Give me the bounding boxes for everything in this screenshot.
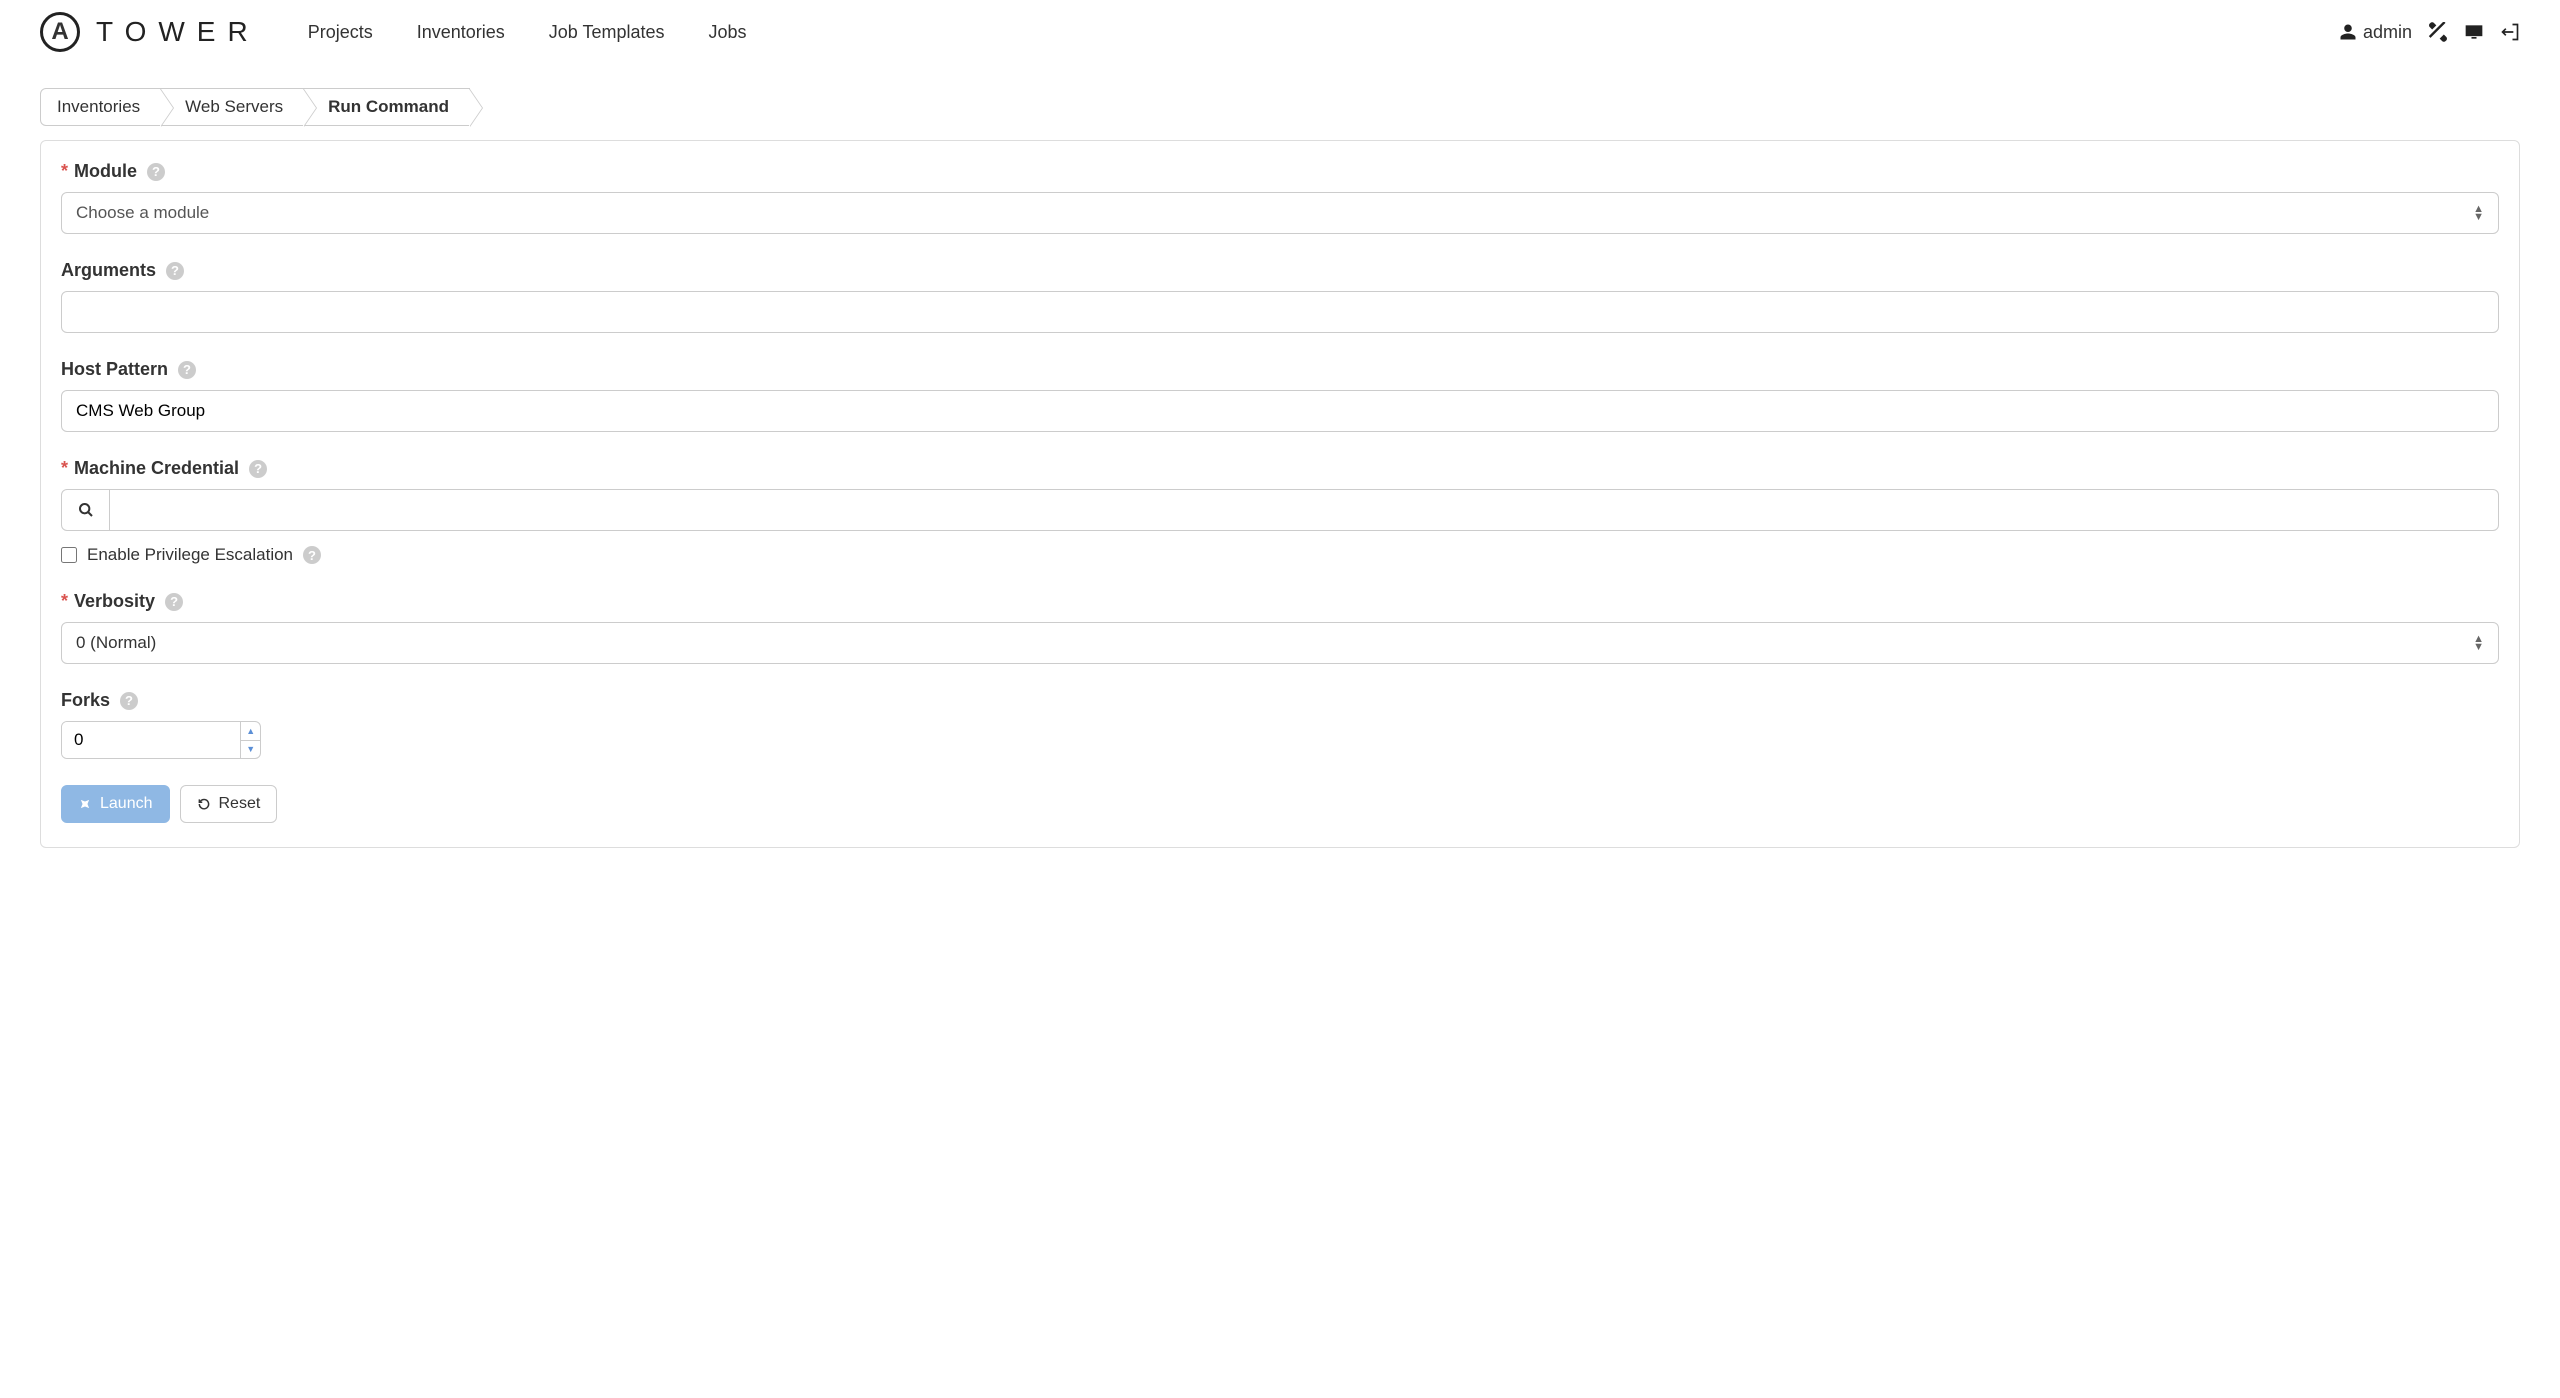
credential-search-button[interactable] <box>62 490 110 530</box>
header-right: admin <box>2339 22 2520 43</box>
field-machine-credential: * Machine Credential ? <box>61 458 2499 531</box>
nav-projects[interactable]: Projects <box>308 22 373 43</box>
help-icon[interactable]: ? <box>120 692 138 710</box>
forks-input-wrap: ▲ ▼ <box>61 721 261 759</box>
logo-icon: A <box>40 12 80 52</box>
machine-credential-input[interactable] <box>124 500 2484 520</box>
machine-credential-wrap <box>61 489 2499 531</box>
field-privilege-escalation: Enable Privilege Escalation ? <box>61 545 2499 565</box>
reset-label: Reset <box>219 795 261 813</box>
module-select[interactable]: Choose a module ▲▼ <box>61 192 2499 234</box>
undo-icon <box>197 797 211 811</box>
rocket-icon <box>78 797 92 811</box>
host-pattern-label: Host Pattern <box>61 359 168 380</box>
help-icon[interactable]: ? <box>249 460 267 478</box>
arguments-input[interactable] <box>76 302 2484 322</box>
chevron-updown-icon: ▲▼ <box>2473 205 2484 221</box>
field-arguments: Arguments ? <box>61 260 2499 333</box>
help-icon[interactable]: ? <box>166 262 184 280</box>
forks-label: Forks <box>61 690 110 711</box>
chevron-updown-icon: ▲▼ <box>2473 635 2484 651</box>
verbosity-label: Verbosity <box>74 591 155 612</box>
help-icon[interactable]: ? <box>165 593 183 611</box>
launch-label: Launch <box>100 795 153 813</box>
field-verbosity: * Verbosity ? 0 (Normal) ▲▼ <box>61 591 2499 664</box>
crumb-inventories[interactable]: Inventories <box>40 88 161 126</box>
module-placeholder: Choose a module <box>76 203 209 223</box>
forks-down[interactable]: ▼ <box>241 741 260 759</box>
user-icon <box>2339 23 2357 41</box>
field-forks: Forks ? ▲ ▼ <box>61 690 2499 759</box>
host-pattern-input[interactable] <box>76 401 2484 421</box>
privilege-escalation-checkbox[interactable] <box>61 547 77 563</box>
launch-button[interactable]: Launch <box>61 785 170 823</box>
logo[interactable]: A TOWER <box>40 12 260 52</box>
help-icon[interactable]: ? <box>147 163 165 181</box>
help-icon[interactable]: ? <box>178 361 196 379</box>
forks-up[interactable]: ▲ <box>241 722 260 741</box>
verbosity-select[interactable]: 0 (Normal) ▲▼ <box>61 622 2499 664</box>
module-label: Module <box>74 161 137 182</box>
help-icon[interactable]: ? <box>303 546 321 564</box>
arguments-label: Arguments <box>61 260 156 281</box>
host-pattern-input-wrap <box>61 390 2499 432</box>
required-marker: * <box>61 161 68 182</box>
form-panel: * Module ? Choose a module ▲▼ Arguments … <box>40 140 2520 848</box>
nav-inventories[interactable]: Inventories <box>417 22 505 43</box>
nav-job-templates[interactable]: Job Templates <box>549 22 665 43</box>
monitor-icon[interactable] <box>2464 22 2484 42</box>
required-marker: * <box>61 458 68 479</box>
forks-input[interactable] <box>62 722 240 758</box>
machine-credential-label: Machine Credential <box>74 458 239 479</box>
crumb-run-command[interactable]: Run Command <box>303 88 470 126</box>
required-marker: * <box>61 591 68 612</box>
verbosity-value: 0 (Normal) <box>76 633 156 653</box>
settings-icon[interactable] <box>2428 22 2448 42</box>
arguments-input-wrap <box>61 291 2499 333</box>
user-menu[interactable]: admin <box>2339 22 2412 43</box>
privilege-escalation-label: Enable Privilege Escalation <box>87 545 293 565</box>
main-nav: Projects Inventories Job Templates Jobs <box>308 22 747 43</box>
form-actions: Launch Reset <box>61 785 2499 823</box>
logout-icon[interactable] <box>2500 22 2520 42</box>
breadcrumb: Inventories Web Servers Run Command <box>40 88 2560 126</box>
header: A TOWER Projects Inventories Job Templat… <box>0 0 2560 64</box>
forks-spinner: ▲ ▼ <box>240 722 260 758</box>
reset-button[interactable]: Reset <box>180 785 278 823</box>
field-host-pattern: Host Pattern ? <box>61 359 2499 432</box>
field-module: * Module ? Choose a module ▲▼ <box>61 161 2499 234</box>
user-label: admin <box>2363 22 2412 43</box>
crumb-web-servers[interactable]: Web Servers <box>160 88 304 126</box>
search-icon <box>78 502 94 518</box>
brand-text: TOWER <box>96 16 260 48</box>
nav-jobs[interactable]: Jobs <box>709 22 747 43</box>
